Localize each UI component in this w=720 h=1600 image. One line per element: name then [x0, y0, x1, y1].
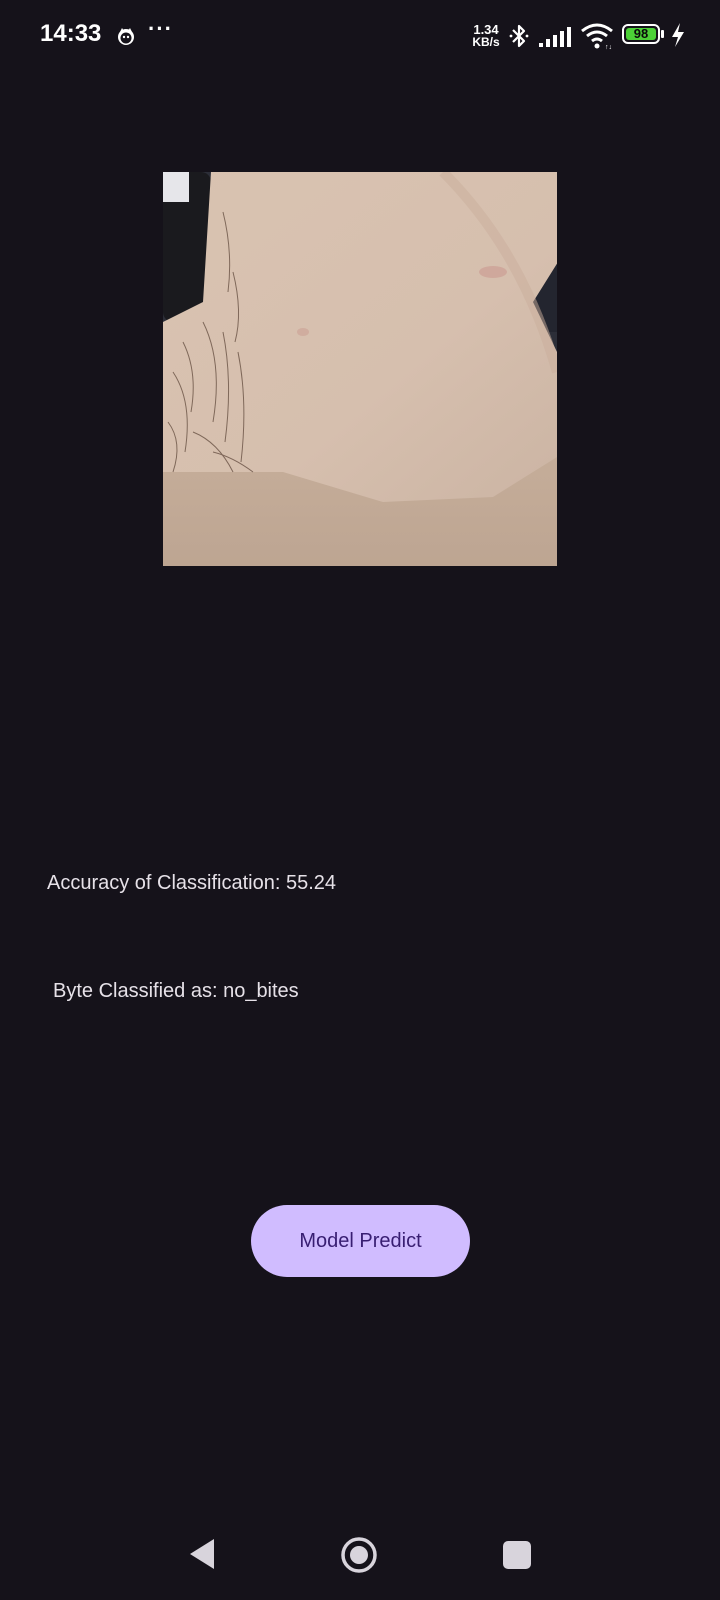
- network-speed: 1.34 KB/s: [466, 23, 506, 49]
- battery-tip: [661, 30, 664, 38]
- signal-icon: [539, 27, 571, 47]
- model-predict-button[interactable]: Model Predict: [251, 1205, 470, 1277]
- bluetooth-icon: [509, 24, 529, 48]
- battery-icon: 98: [622, 24, 666, 46]
- svg-text:↑↓: ↑↓: [605, 44, 612, 50]
- classification-text: Byte Classified as: no_bites: [53, 980, 299, 1002]
- more-icon: ···: [148, 16, 173, 41]
- wifi-icon: ↑↓: [581, 23, 613, 50]
- net-speed-unit: KB/s: [472, 35, 500, 49]
- battery-body: 98: [622, 24, 660, 44]
- captured-image: [163, 172, 557, 566]
- accuracy-text: Accuracy of Classification: 55.24: [47, 872, 337, 894]
- charging-icon: [672, 23, 684, 47]
- battery-level: 98: [626, 27, 656, 40]
- back-icon[interactable]: [188, 1537, 216, 1571]
- recents-icon[interactable]: [503, 1541, 531, 1569]
- home-icon[interactable]: [340, 1536, 378, 1574]
- status-bar: 14:33 ··· 1.34 KB/s ↑↓ 98: [0, 0, 720, 72]
- skin-photo: [163, 172, 557, 566]
- app-screen: 14:33 ··· 1.34 KB/s ↑↓ 98 Accuracy of Cl…: [0, 0, 720, 1600]
- status-time: 14:33: [40, 20, 102, 47]
- app-notification-icon: [118, 28, 134, 45]
